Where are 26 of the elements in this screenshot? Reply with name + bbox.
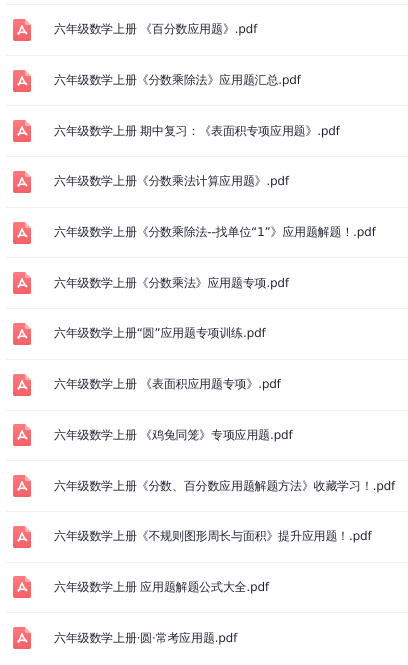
pdf-file-icon	[13, 18, 31, 41]
file-name[interactable]: 六年级数学上册·圆·常考应用题.pdf	[54, 630, 238, 647]
pdf-file-icon	[13, 222, 31, 244]
file-name[interactable]: 六年级数学上册《分数乘法计算应用题》.pdf	[54, 173, 289, 190]
file-name[interactable]: 六年级数学上册《分数乘除法》应用题汇总.pdf	[54, 72, 301, 90]
pdf-file-icon	[13, 627, 31, 650]
file-name[interactable]: 六年级数学上册 《表面积应用题专项》.pdf	[54, 376, 281, 394]
file-name[interactable]: 六年级数学上册 《鸡兔同笼》专项应用题.pdf	[54, 426, 292, 444]
pdf-file-icon	[13, 170, 31, 193]
pdf-file-icon	[13, 272, 31, 294]
pdf-file-icon	[13, 120, 31, 142]
pdf-file-icon	[13, 322, 31, 345]
file-name[interactable]: 六年级数学上册 应用题解题公式大全.pdf	[54, 578, 269, 596]
file-name[interactable]: 六年级数学上册 期中复习：《表面积专项应用题》.pdf	[54, 122, 340, 140]
pdf-file-icon	[13, 424, 31, 446]
file-name[interactable]: 六年级数学上册《分数乘法》应用题专项.pdf	[54, 274, 289, 292]
file-name[interactable]: 六年级数学上册《分数、百分数应用题解题方法》收藏学习！.pdf	[54, 478, 396, 495]
file-name[interactable]: 六年级数学上册“圆”应用题专项训练.pdf	[54, 325, 266, 342]
pdf-file-icon	[13, 374, 31, 396]
file-name[interactable]: 六年级数学上册《分数乘除法--找单位“1”》应用题解题！.pdf	[54, 224, 376, 242]
pdf-file-icon	[13, 576, 31, 598]
file-name[interactable]: 六年级数学上册《不规则图形周长与面积》提升应用题！.pdf	[54, 528, 372, 546]
pdf-file-icon	[13, 526, 31, 548]
pdf-file-icon	[13, 475, 31, 498]
file-name[interactable]: 六年级数学上册 《百分数应用题》.pdf	[54, 21, 258, 38]
pdf-file-icon	[13, 70, 31, 92]
